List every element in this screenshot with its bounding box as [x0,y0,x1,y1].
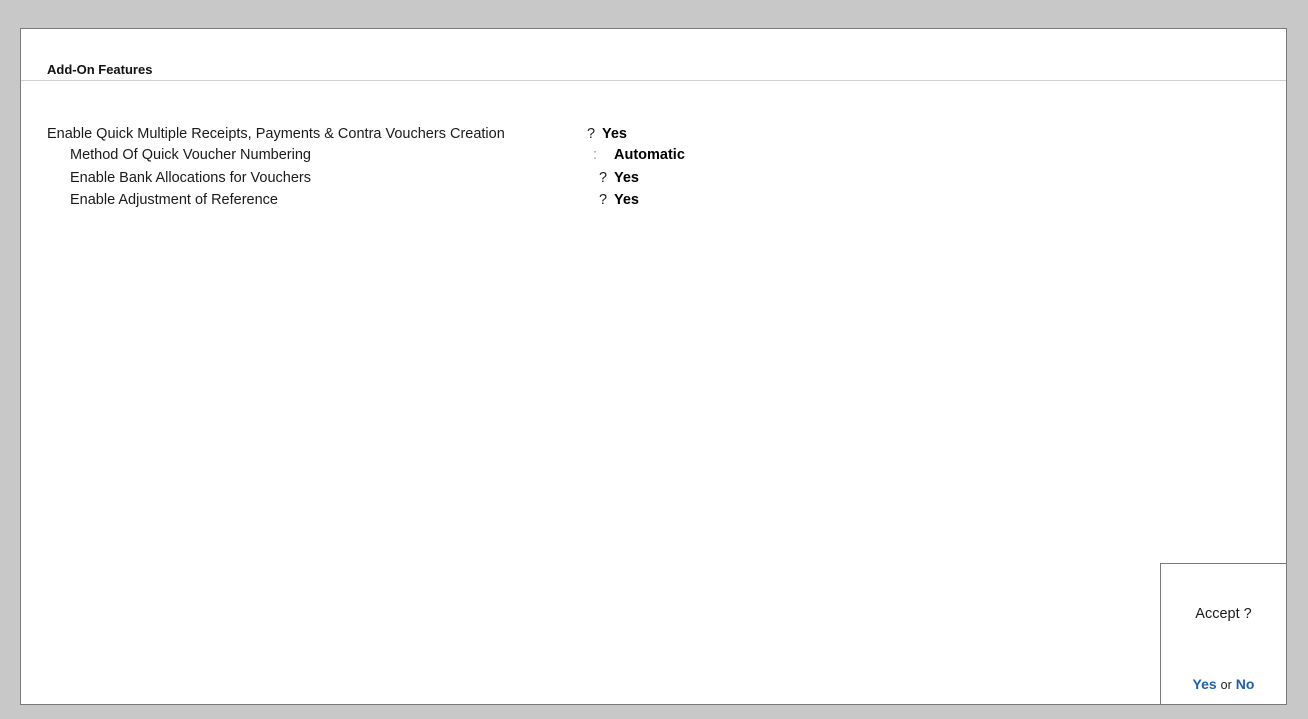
field-value-voucher-numbering[interactable]: Automatic [614,147,685,163]
field-separator: ? [599,192,608,208]
accept-yes-button[interactable]: Yes [1193,676,1217,692]
app-screen: Add-On Features Enable Quick Multiple Re… [0,0,1308,719]
field-value-bank-allocations[interactable]: Yes [614,170,639,186]
accept-question: Accept ? [1195,606,1252,622]
accept-dialog: Accept ? Yes or No [1160,563,1287,705]
field-separator: : [593,147,598,163]
accept-no-button[interactable]: No [1236,676,1255,692]
field-label: Enable Quick Multiple Receipts, Payments… [47,126,505,142]
add-on-features-panel: Add-On Features Enable Quick Multiple Re… [20,28,1287,705]
field-value-quick-vouchers[interactable]: Yes [602,126,627,142]
field-label: Enable Bank Allocations for Vouchers [70,170,312,186]
section-divider [21,80,1286,81]
field-separator: ? [587,126,596,142]
field-value-adjustment-reference[interactable]: Yes [614,192,639,208]
accept-options: Yes or No [1161,676,1286,692]
field-separator: ? [599,170,608,186]
field-label: Method Of Quick Voucher Numbering [70,147,311,163]
field-label: Enable Adjustment of Reference [70,192,278,208]
section-title: Add-On Features [47,62,153,77]
accept-or-text: or [1220,678,1232,692]
